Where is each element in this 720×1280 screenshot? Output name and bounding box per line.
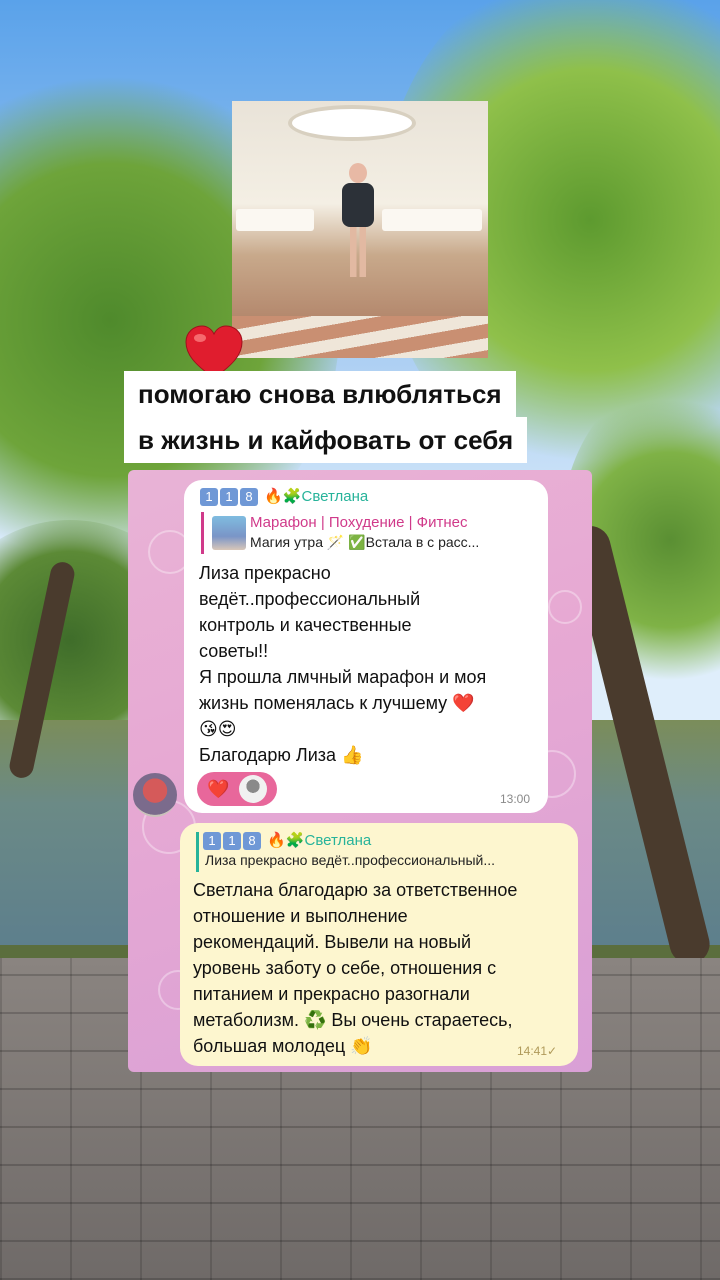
quote-thumbnail xyxy=(212,516,246,550)
forwarded-quote[interactable]: Марафон | Похудение | Фитнес Магия утра … xyxy=(201,512,538,554)
quote-text: Лиза прекрасно ведёт..профессиональный..… xyxy=(205,852,496,868)
story-photo xyxy=(232,101,488,358)
message-time: 13:00 xyxy=(500,792,531,806)
message-time: 14:41✓ xyxy=(517,1044,558,1058)
heart-icon: ❤️ xyxy=(207,779,230,799)
number-badge-icon: 1 xyxy=(200,488,218,507)
quote-title: Марафон | Похудение | Фитнес xyxy=(250,514,468,531)
number-badge-icon: 8 xyxy=(240,488,258,507)
tiled-floor xyxy=(232,316,488,358)
sender-line: 118 🔥🧩Светлана xyxy=(200,487,369,507)
banquet-table xyxy=(382,209,482,231)
quote-text: Магия утра 🪄 ✅Встала в с расс... xyxy=(250,534,480,550)
sender-name[interactable]: Светлана xyxy=(302,488,369,505)
number-badge-icon: 1 xyxy=(220,488,238,507)
reply-quote[interactable]: Лиза прекрасно ведёт..профессиональный..… xyxy=(196,832,569,872)
person-figure xyxy=(338,163,378,283)
headline-line-2: в жизнь и кайфовать от себя xyxy=(124,417,528,463)
check-icon: ✓ xyxy=(547,1044,558,1058)
message-text: Лиза прекрасно ведёт..профессиональный к… xyxy=(199,563,487,765)
headline-line-1: помогаю снова влюбляться xyxy=(124,371,516,417)
sender-emoji: 🔥🧩 xyxy=(264,488,302,505)
headline: помогаю снова влюбляться в жизнь и кайфо… xyxy=(124,371,596,463)
banquet-table xyxy=(236,209,314,231)
reactor-avatar xyxy=(239,775,267,803)
ceiling-light xyxy=(292,109,412,137)
sender-avatar[interactable] xyxy=(133,773,177,817)
message-text: Светлана благодарю за ответственное отно… xyxy=(193,880,518,1056)
reaction-pill[interactable]: ❤️ xyxy=(197,772,277,806)
